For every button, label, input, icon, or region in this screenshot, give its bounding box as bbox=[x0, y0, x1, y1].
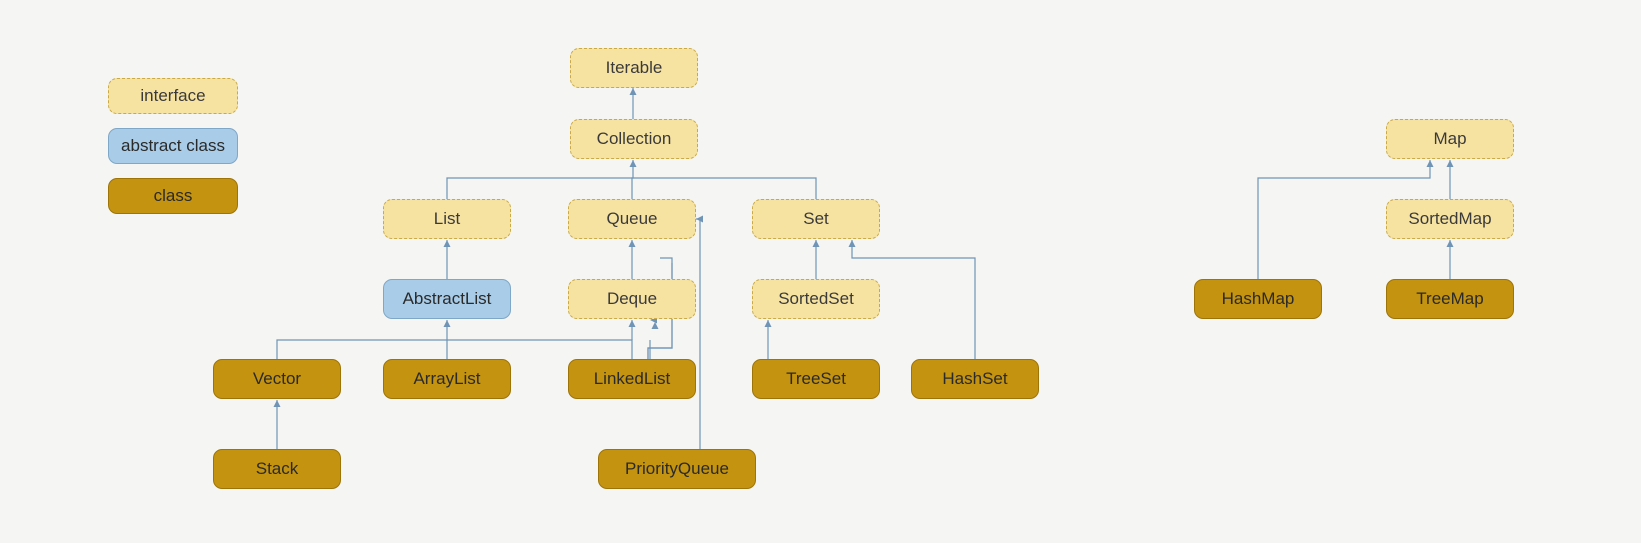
node-treemap-label: TreeMap bbox=[1416, 289, 1483, 309]
node-arraylist-label: ArrayList bbox=[413, 369, 480, 389]
node-hashmap-label: HashMap bbox=[1222, 289, 1295, 309]
node-collection-label: Collection bbox=[597, 129, 672, 149]
node-arraylist: ArrayList bbox=[383, 359, 511, 399]
node-map: Map bbox=[1386, 119, 1514, 159]
node-sortedset-label: SortedSet bbox=[778, 289, 854, 309]
node-treeset-label: TreeSet bbox=[786, 369, 846, 389]
node-deque: Deque bbox=[568, 279, 696, 319]
node-vector: Vector bbox=[213, 359, 341, 399]
node-sortedmap-label: SortedMap bbox=[1408, 209, 1491, 229]
legend-class-label: class bbox=[154, 186, 193, 206]
node-iterable: Iterable bbox=[570, 48, 698, 88]
legend-class: class bbox=[108, 178, 238, 214]
node-treeset: TreeSet bbox=[752, 359, 880, 399]
node-list: List bbox=[383, 199, 511, 239]
node-deque-label: Deque bbox=[607, 289, 657, 309]
node-abstractlist-label: AbstractList bbox=[403, 289, 492, 309]
node-iterable-label: Iterable bbox=[606, 58, 663, 78]
node-stack: Stack bbox=[213, 449, 341, 489]
node-queue-label: Queue bbox=[606, 209, 657, 229]
legend-interface: interface bbox=[108, 78, 238, 114]
node-list-label: List bbox=[434, 209, 460, 229]
node-priorityqueue: PriorityQueue bbox=[598, 449, 756, 489]
node-set: Set bbox=[752, 199, 880, 239]
node-set-label: Set bbox=[803, 209, 829, 229]
node-hashset: HashSet bbox=[911, 359, 1039, 399]
node-stack-label: Stack bbox=[256, 459, 299, 479]
node-map-label: Map bbox=[1433, 129, 1466, 149]
legend-abstract-label: abstract class bbox=[121, 136, 225, 156]
node-abstractlist: AbstractList bbox=[383, 279, 511, 319]
node-sortedmap: SortedMap bbox=[1386, 199, 1514, 239]
node-sortedset: SortedSet bbox=[752, 279, 880, 319]
node-hashset-label: HashSet bbox=[942, 369, 1007, 389]
node-vector-label: Vector bbox=[253, 369, 301, 389]
node-priorityqueue-label: PriorityQueue bbox=[625, 459, 729, 479]
node-treemap: TreeMap bbox=[1386, 279, 1514, 319]
node-linkedlist: LinkedList bbox=[568, 359, 696, 399]
legend-abstract: abstract class bbox=[108, 128, 238, 164]
node-linkedlist-label: LinkedList bbox=[594, 369, 671, 389]
node-hashmap: HashMap bbox=[1194, 279, 1322, 319]
node-queue: Queue bbox=[568, 199, 696, 239]
legend-interface-label: interface bbox=[140, 86, 205, 106]
node-collection: Collection bbox=[570, 119, 698, 159]
